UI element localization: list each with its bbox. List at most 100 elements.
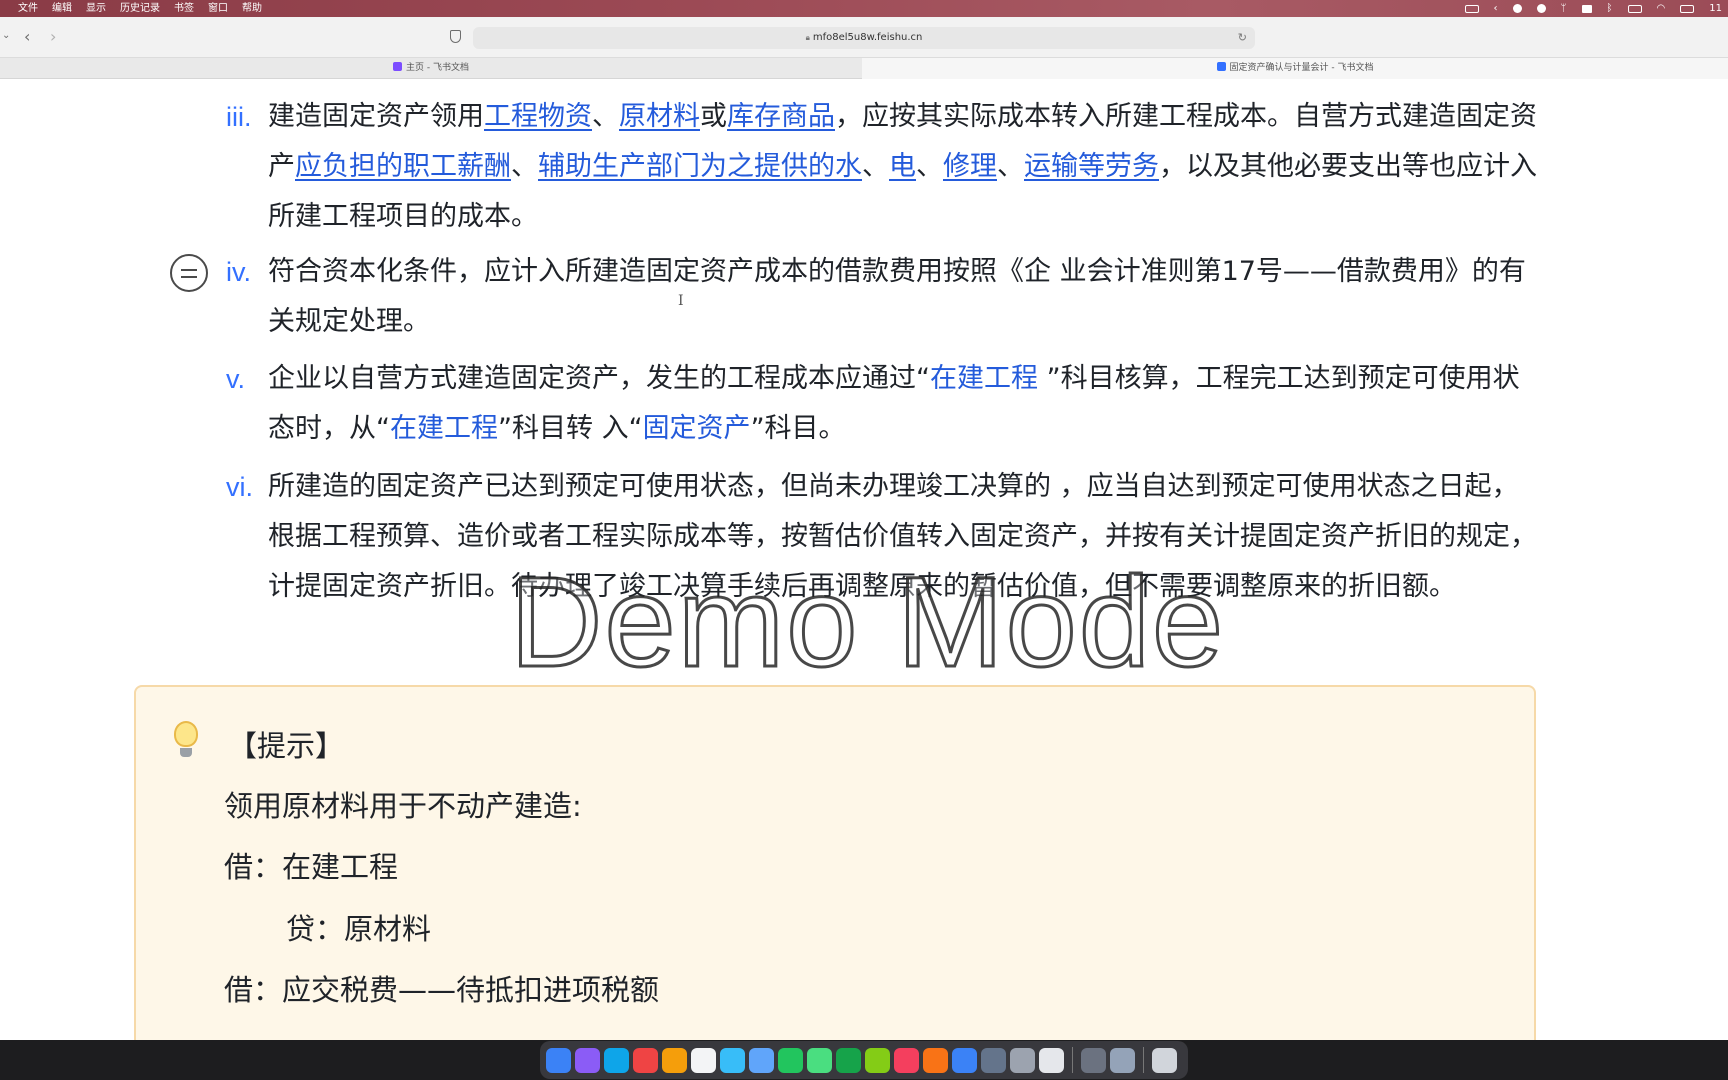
chevron-down-icon[interactable]: ⌄ (2, 30, 10, 41)
list-number: v. (226, 364, 245, 394)
appstore-icon[interactable] (952, 1047, 977, 1073)
address-bar[interactable]: 🔒︎ mfo8el5u8w.feishu.cn ↻ (473, 27, 1255, 49)
keyboard-icon[interactable] (1464, 4, 1479, 13)
list-number: iii. (226, 102, 252, 132)
bluetooth-icon[interactable]: ᛒ (1607, 0, 1613, 17)
tab-home[interactable]: 主页 - 飞书文档 (0, 58, 862, 79)
menu-view[interactable]: 显示 (86, 0, 106, 17)
launchpad-icon[interactable] (575, 1047, 600, 1073)
text-span: 或 (700, 101, 727, 132)
clock[interactable]: 11 (1709, 0, 1722, 17)
safari-icon[interactable] (604, 1047, 629, 1073)
status-area: ‹ ᛘ ᛒ ◠ 11 (1464, 0, 1722, 17)
cloud-icon[interactable] (1581, 4, 1592, 13)
dock-separator (1143, 1047, 1144, 1073)
text-span: 、 (916, 151, 943, 182)
callout-line: 贷：原材料 (286, 912, 432, 946)
document-body: iii. 建造固定资产领用工程物资、原材料或库存商品，应按其实际成本转入所建工程… (0, 79, 1728, 1040)
tab-fixed-assets[interactable]: 固定资产确认与计量会计 - 飞书文档 (862, 58, 1728, 79)
menu-help[interactable]: 帮助 (242, 0, 262, 17)
menu-file[interactable]: 文件 (18, 0, 38, 17)
text-span: 符合资本化条件，应计入所建造固定资产成本的借款费用按照《企 业会计准则第17号—… (268, 256, 1526, 337)
link-electricity[interactable]: 电 (889, 151, 916, 182)
document-icon (1216, 62, 1226, 71)
game-icon[interactable] (923, 1047, 948, 1073)
menu-bookmarks[interactable]: 书签 (174, 0, 194, 17)
privacy-shield-icon[interactable] (450, 30, 461, 43)
link-repair[interactable]: 修理 (943, 151, 997, 182)
macos-menubar: 文件 编辑 显示 历史记录 书签 窗口 帮助 ‹ ᛘ ᛒ ◠ 11 (0, 0, 1728, 17)
slack-icon[interactable] (1039, 1047, 1064, 1073)
settings-icon[interactable] (1010, 1047, 1035, 1073)
comment-icon[interactable] (170, 254, 208, 292)
menu-history[interactable]: 历史记录 (120, 0, 160, 17)
text-span: 建造固定资产领用 (268, 101, 484, 132)
link-employee-pay[interactable]: 应负担的职工薪酬 (295, 151, 511, 182)
link-engineering-materials[interactable]: 工程物资 (484, 101, 592, 132)
lightbulb-icon (174, 721, 198, 761)
dock (540, 1041, 1188, 1079)
ref-construction-in-progress[interactable]: 在建工程 (390, 413, 498, 444)
callout-line: 借：应交税费——待抵扣进项税额 (224, 973, 660, 1007)
dock-separator (1072, 1047, 1073, 1073)
reload-icon[interactable]: ↻ (1238, 27, 1247, 49)
list-item-text: 符合资本化条件，应计入所建造固定资产成本的借款费用按照《企 业会计准则第17号—… (268, 247, 1538, 347)
music-icon[interactable] (894, 1047, 919, 1073)
tab-title: 固定资产确认与计量会计 - 飞书文档 (1229, 63, 1374, 73)
text-span: ”科目转 入“ (498, 413, 643, 444)
grid-icon[interactable] (1627, 4, 1642, 13)
photos-icon[interactable] (662, 1047, 687, 1073)
link-inventory-goods[interactable]: 库存商品 (727, 101, 835, 132)
pear-icon[interactable] (865, 1047, 890, 1073)
link-transport-labor[interactable]: 运输等劳务 (1024, 151, 1159, 182)
feishu-icon (393, 62, 402, 71)
ref-fixed-assets[interactable]: 固定资产 (643, 413, 751, 444)
demo-mode-watermark: Demo Mode (508, 550, 1226, 696)
messages-icon[interactable] (807, 1047, 832, 1073)
list-number: iv. (226, 257, 251, 287)
text-span: 、 (592, 101, 619, 132)
chrome-icon[interactable] (633, 1047, 658, 1073)
trash-icon[interactable] (1152, 1047, 1177, 1073)
preview-icon[interactable] (981, 1047, 1006, 1073)
text-span: 、 (511, 151, 538, 182)
link-auxiliary-water[interactable]: 辅助生产部门为之提供的水 (538, 151, 862, 182)
list-item-text: 建造固定资产领用工程物资、原材料或库存商品，应按其实际成本转入所建工程成本。自营… (268, 92, 1538, 242)
link-raw-materials[interactable]: 原材料 (619, 101, 700, 132)
callout-title: 【提示】 (228, 729, 345, 763)
ref-construction-in-progress[interactable]: 在建工程 (930, 363, 1038, 394)
list-item-text: 企业以自营方式建造固定资产，发生的工程成本应通过“在建工程 ”科目核算，工程完工… (268, 354, 1538, 454)
control-center-icon[interactable] (1680, 4, 1695, 13)
menu-edit[interactable]: 编辑 (52, 0, 72, 17)
record-icon[interactable] (1512, 4, 1522, 13)
wifi-icon[interactable]: ◠ (1657, 0, 1666, 17)
list-number: vi. (226, 472, 253, 502)
lock-icon: 🔒︎ (805, 33, 810, 42)
play-icon[interactable] (836, 1047, 861, 1073)
text-span: 企业以自营方式建造固定资产，发生的工程成本应通过“ (268, 363, 930, 394)
callout-line: 领用原材料用于不动产建造: (224, 789, 582, 823)
chevron-left-icon[interactable]: ‹ (1494, 0, 1498, 17)
calendar-icon[interactable] (691, 1047, 716, 1073)
app-menus: 文件 编辑 显示 历史记录 书签 窗口 帮助 (0, 0, 262, 17)
menu-window[interactable]: 窗口 (208, 0, 228, 17)
screen-icon[interactable] (1110, 1047, 1135, 1073)
wechat-icon[interactable] (1536, 4, 1546, 13)
browser-toolbar: ⌄ ‹ › 🔒︎ mfo8el5u8w.feishu.cn ↻ (0, 17, 1728, 58)
tab-title: 主页 - 飞书文档 (406, 63, 469, 73)
telegram-icon[interactable] (720, 1047, 745, 1073)
calculator-icon[interactable] (1081, 1047, 1106, 1073)
text-span: 、 (997, 151, 1024, 182)
forward-icon[interactable]: › (50, 27, 56, 46)
back-icon[interactable]: ‹ (24, 27, 30, 46)
text-cursor-icon: I (678, 293, 684, 309)
callout-line: 借：在建工程 (224, 850, 399, 884)
finder-icon[interactable] (546, 1047, 571, 1073)
text-span: ”科目。 (750, 413, 846, 444)
qq-icon[interactable] (749, 1047, 774, 1073)
wechat-icon[interactable] (778, 1047, 803, 1073)
fork-icon[interactable]: ᛘ (1561, 0, 1567, 17)
tab-bar: 主页 - 飞书文档 固定资产确认与计量会计 - 飞书文档 (0, 58, 1728, 79)
text-span: 、 (862, 151, 889, 182)
url-text: mfo8el5u8w.feishu.cn (812, 32, 923, 43)
